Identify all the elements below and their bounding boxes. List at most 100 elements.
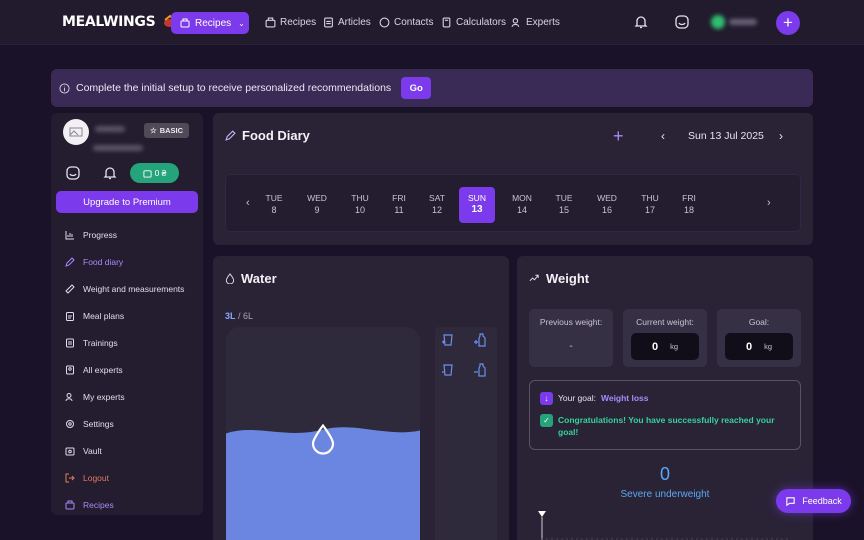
day-number: 12 bbox=[431, 205, 442, 215]
sidebar-item-label: All experts bbox=[83, 364, 123, 375]
sidebar-item-recipes[interactable]: Recipes bbox=[65, 491, 195, 518]
current-weight-label: Current weight: bbox=[636, 317, 694, 327]
sidebar-item-vault[interactable]: Vault bbox=[65, 437, 195, 464]
user-avatar[interactable] bbox=[711, 14, 761, 30]
day-strip-next-button[interactable]: › bbox=[767, 197, 771, 209]
nav-calculators[interactable]: Calculators bbox=[441, 17, 506, 28]
water-glass[interactable] bbox=[226, 327, 420, 540]
goal-weight-box: Goal: 0 kg bbox=[717, 309, 801, 367]
day-number: 8 bbox=[271, 205, 277, 215]
nav-articles-label: Articles bbox=[338, 17, 371, 28]
bmi-scale-marker bbox=[538, 511, 546, 540]
goal-summary: ↓ Your goal: Weight loss ✓ Congratulatio… bbox=[529, 380, 801, 450]
user-email-blurred bbox=[93, 145, 143, 151]
bmi-category: Severe underweight bbox=[620, 489, 710, 500]
day-item[interactable]: SUN 13 bbox=[459, 187, 495, 223]
smile-box-icon[interactable] bbox=[674, 14, 690, 30]
day-of-week: SUN bbox=[468, 193, 486, 203]
day-item[interactable]: WED 9 bbox=[299, 187, 335, 223]
goal-weight-input[interactable]: 0 kg bbox=[725, 333, 793, 360]
ruler-icon bbox=[65, 283, 75, 294]
pen-icon bbox=[225, 129, 236, 141]
recipes-nav-icon bbox=[265, 17, 276, 28]
check-circle-icon: ✓ bbox=[540, 414, 553, 427]
goal-value: Weight loss bbox=[600, 393, 649, 403]
weight-header: Weight bbox=[517, 256, 813, 300]
current-date: Sun 13 Jul 2025 bbox=[688, 130, 764, 142]
recipes-dropdown-button[interactable]: Recipes ⌄ bbox=[171, 12, 249, 34]
smile-box-icon[interactable] bbox=[65, 165, 81, 181]
wallet-amount: 0 ₴ bbox=[154, 168, 167, 178]
add-bottle-icon[interactable] bbox=[473, 332, 489, 348]
sidebar-item-settings[interactable]: Settings bbox=[65, 410, 195, 437]
bell-icon[interactable] bbox=[633, 14, 649, 30]
nav-contacts[interactable]: Contacts bbox=[379, 17, 433, 28]
logo[interactable]: MEALWINGS bbox=[62, 14, 178, 30]
plan-badge: ☆ BASIC bbox=[144, 123, 189, 138]
day-item[interactable]: WED 16 bbox=[589, 187, 625, 223]
sidebar-item-label: Recipes bbox=[83, 499, 114, 510]
weight-card: Weight Previous weight: - Current weight… bbox=[517, 256, 813, 540]
remove-bottle-icon[interactable] bbox=[473, 362, 489, 378]
sidebar-item-my-experts[interactable]: My experts bbox=[65, 383, 195, 410]
bell-icon[interactable] bbox=[102, 165, 118, 181]
current-weight-input[interactable]: 0 kg bbox=[631, 333, 699, 360]
chat-bubble-icon bbox=[786, 496, 795, 506]
upgrade-premium-button[interactable]: Upgrade to Premium bbox=[56, 191, 198, 213]
add-glass-icon[interactable] bbox=[440, 332, 456, 348]
day-item[interactable]: TUE 8 bbox=[256, 187, 292, 223]
previous-weight-box: Previous weight: - bbox=[529, 309, 613, 367]
next-date-button[interactable]: › bbox=[779, 129, 783, 143]
vault-icon bbox=[65, 447, 75, 455]
day-number: 17 bbox=[644, 205, 655, 215]
add-button[interactable]: + bbox=[776, 11, 800, 35]
sidebar-item-meal-plans[interactable]: Meal plans bbox=[65, 302, 195, 329]
water-card: Water 3L / 6L bbox=[213, 256, 509, 540]
remove-glass-icon[interactable] bbox=[440, 362, 456, 378]
previous-weight-value: - bbox=[569, 341, 573, 352]
day-item[interactable]: MON 14 bbox=[504, 187, 540, 223]
nav-experts-label: Experts bbox=[526, 17, 560, 28]
day-number: 10 bbox=[354, 205, 365, 215]
sidebar-item-label: Food diary bbox=[83, 256, 124, 267]
day-item[interactable]: THU 10 bbox=[342, 187, 378, 223]
recipes-icon bbox=[180, 18, 190, 28]
sidebar-item-food-diary[interactable]: Food diary bbox=[65, 248, 195, 275]
goal-weight-label: Goal: bbox=[748, 317, 770, 327]
sidebar-item-progress[interactable]: Progress bbox=[65, 221, 195, 248]
sidebar-item-logout[interactable]: Logout bbox=[65, 464, 195, 491]
day-of-week: THU bbox=[641, 193, 659, 203]
nav-contacts-label: Contacts bbox=[394, 17, 434, 28]
day-item[interactable]: FRI 11 bbox=[381, 187, 417, 223]
calculator-icon bbox=[442, 17, 451, 28]
sidebar-item-trainings[interactable]: Trainings bbox=[65, 329, 195, 356]
go-button[interactable]: Go bbox=[401, 77, 432, 99]
congrats-text: Congratulations! You have successfully r… bbox=[558, 415, 775, 437]
water-level-graphic bbox=[226, 423, 420, 540]
wallet-balance[interactable]: 0 ₴ bbox=[130, 163, 179, 183]
info-icon bbox=[59, 82, 70, 94]
feedback-button[interactable]: Feedback bbox=[776, 489, 851, 513]
goal-prefix: Your goal: bbox=[558, 393, 596, 403]
day-of-week: SAT bbox=[429, 193, 445, 203]
nav-recipes[interactable]: Recipes bbox=[265, 17, 316, 28]
avatar-placeholder-icon bbox=[69, 127, 83, 137]
goal-weight-unit: kg bbox=[764, 342, 773, 351]
avatar[interactable] bbox=[63, 119, 89, 145]
day-item[interactable]: TUE 15 bbox=[546, 187, 582, 223]
day-item[interactable]: THU 17 bbox=[632, 187, 668, 223]
day-of-week: MON bbox=[512, 193, 532, 203]
sidebar-item-all-experts[interactable]: All experts bbox=[65, 356, 195, 383]
day-strip-prev-button[interactable]: ‹ bbox=[246, 197, 250, 209]
day-item[interactable]: SAT 12 bbox=[419, 187, 455, 223]
add-meal-button[interactable]: + bbox=[613, 126, 624, 147]
sidebar-item-weight[interactable]: Weight and measurements bbox=[65, 275, 195, 302]
nav-articles[interactable]: Articles bbox=[323, 17, 371, 28]
wallet-icon bbox=[143, 169, 152, 178]
water-header: Water bbox=[213, 256, 509, 300]
day-item[interactable]: FRI 18 bbox=[671, 187, 707, 223]
previous-date-button[interactable]: ‹ bbox=[661, 129, 665, 143]
star-icon: ☆ bbox=[149, 126, 157, 135]
nav-experts[interactable]: Experts bbox=[511, 17, 560, 28]
list-icon bbox=[66, 338, 74, 347]
